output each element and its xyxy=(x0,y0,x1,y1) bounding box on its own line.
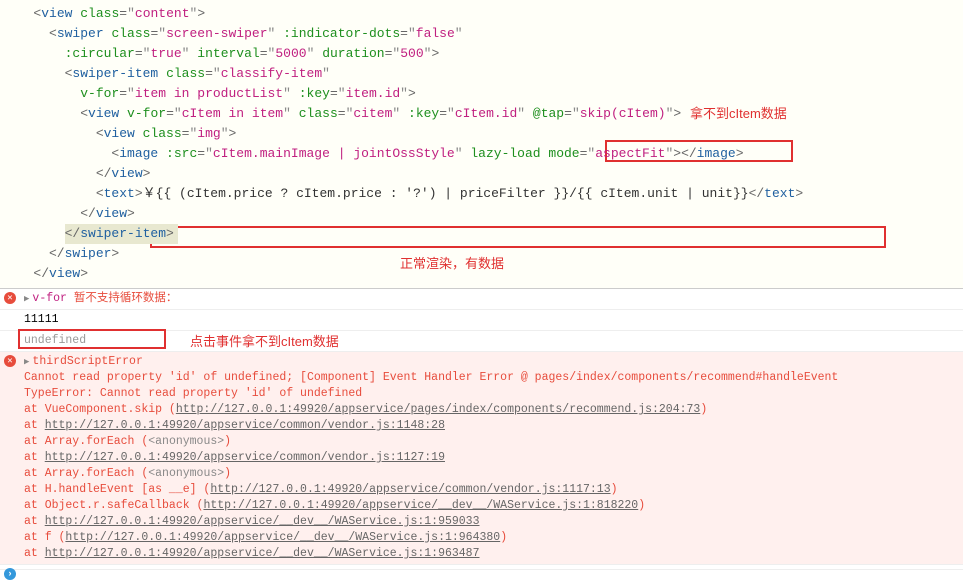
error-typeerror: TypeError: Cannot read property 'id' of … xyxy=(24,387,362,400)
stack-link[interactable]: http://127.0.0.1:49920/appservice/__dev_… xyxy=(45,547,480,560)
code-line[interactable]: <text>￥{{ (cItem.price ? cItem.price : '… xyxy=(10,184,963,204)
code-line[interactable]: <swiper-item class="classify-item" xyxy=(10,64,963,84)
code-line[interactable]: </swiper-item> xyxy=(10,224,963,244)
highlight-box-undefined xyxy=(18,329,166,349)
error-icon: ✕ xyxy=(4,292,16,304)
console-row[interactable]: 11111 xyxy=(0,310,963,331)
stack-link[interactable]: http://127.0.0.1:49920/appservice/common… xyxy=(210,483,610,496)
stack-link[interactable]: http://127.0.0.1:49920/appservice/__dev_… xyxy=(65,531,500,544)
code-line[interactable]: <image :src="cItem.mainImage | jointOssS… xyxy=(10,144,963,164)
console-row[interactable]: ✕ ▶v-for 暂不支持循环数据： xyxy=(0,289,963,310)
stack-link[interactable]: http://127.0.0.1:49920/appservice/__dev_… xyxy=(203,499,638,512)
collapse-icon[interactable]: ▶ xyxy=(24,354,29,370)
stack-link[interactable]: http://127.0.0.1:49920/appservice/common… xyxy=(45,451,445,464)
console-row-input[interactable]: › xyxy=(0,565,963,570)
stack-link[interactable]: http://127.0.0.1:49920/appservice/__dev_… xyxy=(45,515,480,528)
code-line[interactable]: </view> xyxy=(10,164,963,184)
error-icon: ✕ xyxy=(4,355,16,367)
expand-icon[interactable]: ▶ xyxy=(24,291,29,307)
code-line[interactable]: :circular="true" interval="5000" duratio… xyxy=(10,44,963,64)
error-title: thirdScriptError xyxy=(32,355,142,368)
error-msg: Cannot read property 'id' of undefined; … xyxy=(24,371,838,384)
stack-trace: at VueComponent.skip (http://127.0.0.1:4… xyxy=(24,402,959,562)
info-icon: › xyxy=(4,568,16,580)
console[interactable]: ✕ ▶v-for 暂不支持循环数据： 11111 undefined 点击事件拿… xyxy=(0,289,963,570)
code-line[interactable]: <view v-for="cItem in item" class="citem… xyxy=(10,104,963,124)
console-error-block[interactable]: ✕ ▶thirdScriptError Cannot read property… xyxy=(0,352,963,565)
code-line[interactable]: <swiper class="screen-swiper" :indicator… xyxy=(10,24,963,44)
code-line[interactable]: </view> xyxy=(10,204,963,224)
code-line[interactable]: </swiper> xyxy=(10,244,963,264)
stack-link[interactable]: http://127.0.0.1:49920/appservice/common… xyxy=(45,419,445,432)
code-editor[interactable]: 拿不到cItem数据 正常渲染，有数据 <view class="content… xyxy=(0,0,963,289)
code-line[interactable]: </view> xyxy=(10,264,963,284)
code-line[interactable]: v-for="item in productList" :key="item.i… xyxy=(10,84,963,104)
code-line[interactable]: <view class="content"> xyxy=(10,4,963,24)
code-line[interactable]: <view class="img"> xyxy=(10,124,963,144)
console-text: 11111 xyxy=(24,313,59,326)
annotation-console: 点击事件拿不到cItem数据 xyxy=(190,331,339,350)
stack-link[interactable]: http://127.0.0.1:49920/appservice/pages/… xyxy=(176,403,701,416)
